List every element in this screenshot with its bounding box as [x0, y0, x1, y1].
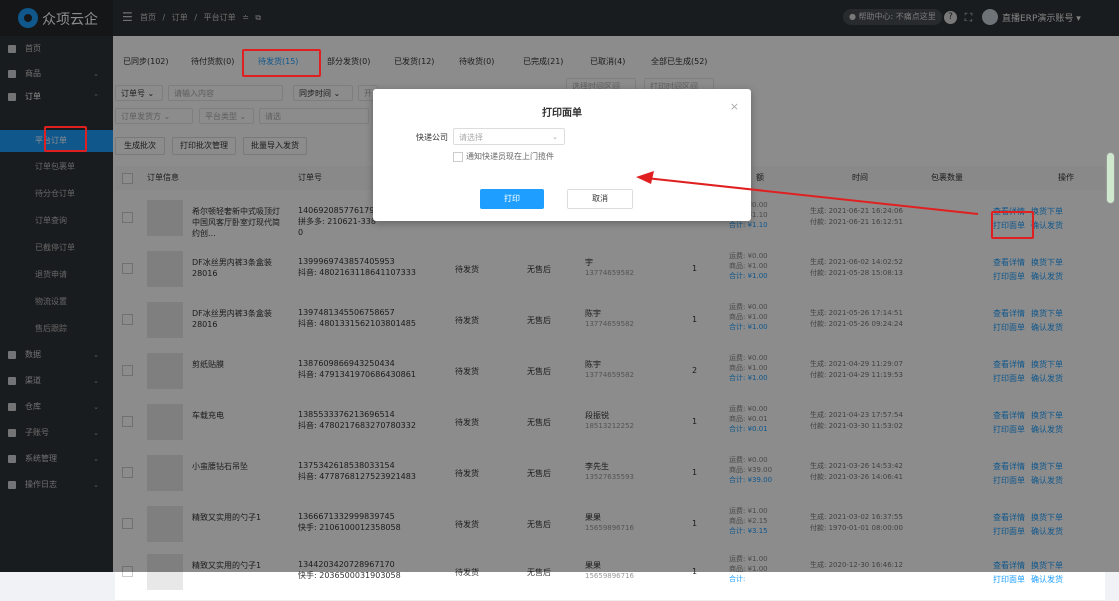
- courier-label: 快递公司: [416, 133, 448, 142]
- close-icon[interactable]: ×: [730, 100, 739, 113]
- print-waybill-link[interactable]: 打印面单: [993, 575, 1025, 584]
- highlight-platform-orders: [44, 126, 87, 152]
- highlight-pending-tab: [242, 49, 321, 77]
- buyer-phone: 15659896716: [585, 572, 634, 580]
- total-amount: 合计:: [729, 575, 746, 583]
- cancel-button[interactable]: 取消: [567, 189, 633, 209]
- notify-courier-checkbox[interactable]: [453, 152, 463, 162]
- notify-courier-label: 通知快递员现在上门揽件: [466, 152, 554, 161]
- modal-overlay[interactable]: [0, 0, 1119, 572]
- courier-select-value: 请选择: [459, 133, 483, 142]
- highlight-print-waybill-link: [991, 211, 1034, 239]
- chevron-down-icon: ⌄: [552, 133, 558, 141]
- confirm-ship-link[interactable]: 确认发货: [1031, 575, 1063, 584]
- print-button[interactable]: 打印: [480, 189, 544, 209]
- print-waybill-dialog: 打印面单 × 快递公司 请选择 ⌄ 通知快递员现在上门揽件 打印 取消: [373, 89, 751, 221]
- scrollbar-handle[interactable]: [1106, 152, 1115, 204]
- courier-select[interactable]: 请选择 ⌄: [453, 128, 565, 145]
- dialog-title: 打印面单: [542, 108, 582, 119]
